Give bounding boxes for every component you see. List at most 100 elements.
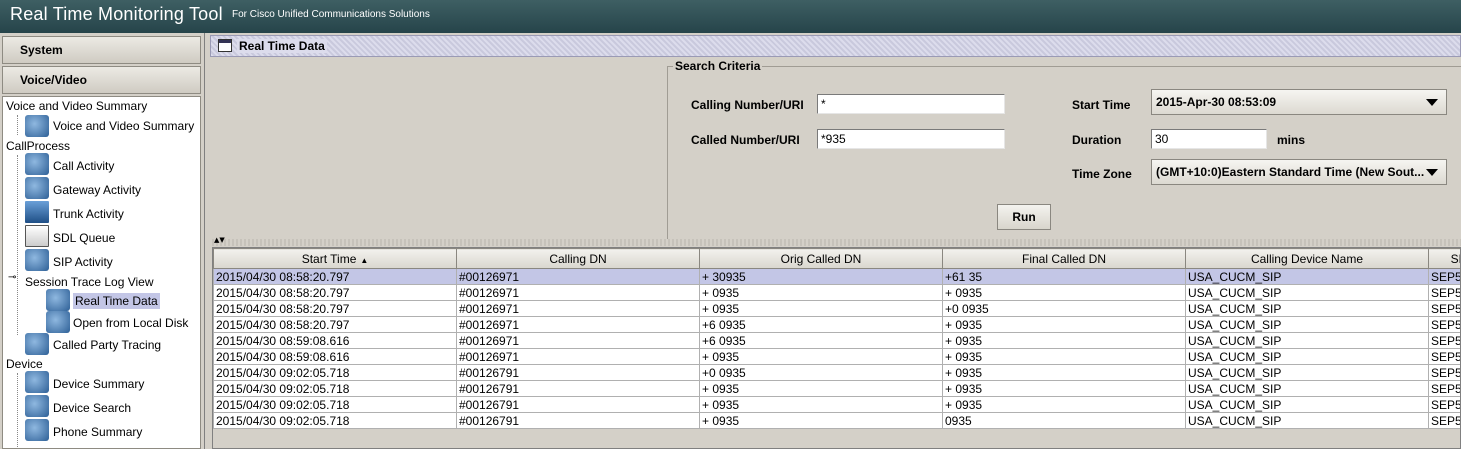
table-cell: SEP5	[1428, 364, 1460, 381]
tree-item-gateway-activity[interactable]: Gateway Activity	[53, 183, 141, 197]
splitter-handle[interactable]: ▲▼	[212, 237, 1461, 246]
table-row[interactable]: 2015/04/30 08:58:20.797 #00126971 + 0935 +0…	[213, 300, 1460, 317]
main-panel: Real Time Data Search Criteria Calling N…	[208, 33, 1461, 449]
table-cell: + 0935	[942, 380, 1186, 397]
table-cell: 2015/04/30 09:02:05.718	[213, 412, 457, 429]
table-cell: #00126791	[456, 364, 700, 381]
table-row[interactable]: 2015/04/30 08:59:08.616 #00126971 + 0935 + …	[213, 348, 1460, 365]
title-bar: Real Time Monitoring Tool For Cisco Unif…	[0, 0, 1461, 33]
table-cell: + 0935	[699, 284, 943, 301]
table-row[interactable]: 2015/04/30 09:02:05.718 #00126791 + 0935 + …	[213, 396, 1460, 413]
table-cell: #00126971	[456, 332, 700, 349]
sip-icon	[25, 249, 49, 271]
time-zone-select[interactable]: (GMT+10:0)Eastern Standard Time (New Sou…	[1151, 159, 1447, 185]
tab-title: Real Time Data	[237, 39, 327, 53]
tree-item-voice-video-summary[interactable]: Voice and Video Summary	[53, 119, 194, 133]
table-cell: +6 0935	[699, 332, 943, 349]
tree-item-open-local-disk[interactable]: Open from Local Disk	[73, 316, 188, 330]
tree-category-callprocess[interactable]: CallProcess	[6, 139, 70, 153]
table-cell: USA_CUCM_SIP	[1185, 268, 1429, 285]
table-cell: 2015/04/30 08:58:20.797	[213, 300, 457, 317]
column-header-calling-device-name[interactable]: Calling Device Name	[1185, 248, 1429, 269]
collapse-toggle-icon[interactable]: ⊸	[8, 272, 16, 283]
table-cell: USA_CUCM_SIP	[1185, 412, 1429, 429]
table-cell: 2015/04/30 09:02:05.718	[213, 364, 457, 381]
app-title: Real Time Monitoring Tool	[10, 4, 223, 24]
tree-item-device-summary[interactable]: Device Summary	[53, 377, 144, 391]
table-cell: USA_CUCM_SIP	[1185, 284, 1429, 301]
tree-item-sip-activity[interactable]: SIP Activity	[53, 255, 113, 269]
table-cell: 2015/04/30 08:59:08.616	[213, 332, 457, 349]
table-cell: SEP5	[1428, 380, 1460, 397]
tab-real-time-data[interactable]: Real Time Data	[210, 35, 1461, 57]
table-cell: #00126971	[456, 284, 700, 301]
tree-item-called-party-tracing[interactable]: Called Party Tracing	[53, 338, 161, 352]
table-cell: + 0935	[942, 332, 1186, 349]
table-cell: SEP5	[1428, 284, 1460, 301]
table-cell: +61 35	[942, 268, 1186, 285]
gateway-icon	[25, 177, 49, 199]
tree-item-device-search[interactable]: Device Search	[53, 401, 131, 415]
call-activity-icon	[25, 153, 49, 175]
table-cell: SEP5	[1428, 300, 1460, 317]
start-time-value: 2015-Apr-30 08:53:09	[1156, 95, 1277, 109]
table-cell: SEP5	[1428, 396, 1460, 413]
sort-ascending-icon: ▲	[360, 255, 369, 265]
splitter-arrows-icon[interactable]: ▲▼	[214, 237, 225, 244]
table-cell: SEP5	[1428, 316, 1460, 333]
column-header-start-time[interactable]: Start Time ▲	[213, 248, 457, 269]
navigation-tree: Voice and Video Summary Voice and Video …	[2, 96, 201, 449]
open-local-disk-icon	[46, 311, 70, 333]
table-cell: 2015/04/30 09:02:05.718	[213, 380, 457, 397]
duration-label: Duration	[1072, 133, 1122, 147]
column-header-final-called-dn[interactable]: Final Called DN	[942, 248, 1186, 269]
table-row[interactable]: 2015/04/30 09:02:05.718 #00126791 + 0935 0…	[213, 412, 1460, 429]
called-number-input[interactable]: *935	[817, 129, 1005, 149]
tree-item-phone-summary[interactable]: Phone Summary	[53, 425, 142, 439]
system-nav-button[interactable]: System	[2, 36, 201, 64]
calling-number-input[interactable]: *	[817, 94, 1005, 114]
tree-item-sdl-queue[interactable]: SDL Queue	[53, 231, 115, 245]
table-cell: + 0935	[699, 380, 943, 397]
tree-category-voice-video-summary[interactable]: Voice and Video Summary	[6, 99, 147, 113]
table-row[interactable]: 2015/04/30 08:58:20.797 #00126971 +6 0935 +…	[213, 316, 1460, 333]
voice-video-nav-button[interactable]: Voice/Video	[2, 66, 201, 94]
table-cell: + 0935	[699, 412, 943, 429]
start-time-label: Start Time	[1072, 98, 1131, 112]
table-cell: #00126971	[456, 316, 700, 333]
search-area: Search Criteria Calling Number/URI * Cal…	[212, 59, 1461, 241]
table-cell: #00126791	[456, 396, 700, 413]
column-header-truncated[interactable]: SEP5	[1428, 248, 1460, 269]
device-summary-icon	[25, 371, 49, 393]
tree-item-real-time-data[interactable]: Real Time Data	[73, 293, 160, 309]
table-cell: +6 0935	[699, 316, 943, 333]
sdl-queue-icon	[25, 225, 49, 247]
results-table-container: Start Time ▲ Calling DN Orig Called DN Fi…	[212, 247, 1461, 449]
table-cell: + 0935	[942, 396, 1186, 413]
results-table: Start Time ▲ Calling DN Orig Called DN Fi…	[213, 248, 1460, 429]
table-row[interactable]: 2015/04/30 09:02:05.718 #00126791 +0 0935 +…	[213, 364, 1460, 381]
tree-item-session-trace[interactable]: Session Trace Log View	[25, 275, 154, 289]
tree-item-call-activity[interactable]: Call Activity	[53, 159, 114, 173]
table-row[interactable]: 2015/04/30 09:02:05.718 #00126791 + 0935 + …	[213, 380, 1460, 397]
table-cell: + 0935	[699, 348, 943, 365]
column-header-orig-called-dn[interactable]: Orig Called DN	[699, 248, 943, 269]
start-time-select[interactable]: 2015-Apr-30 08:53:09	[1151, 89, 1447, 115]
real-time-data-icon	[46, 289, 70, 311]
table-row[interactable]: 2015/04/30 08:58:20.797 #00126971 + 0935 + …	[213, 284, 1460, 301]
column-header-calling-dn[interactable]: Calling DN	[456, 248, 700, 269]
table-cell: SEP5	[1428, 412, 1460, 429]
run-button[interactable]: Run	[997, 204, 1051, 230]
table-cell: #00126791	[456, 412, 700, 429]
table-cell: USA_CUCM_SIP	[1185, 364, 1429, 381]
chevron-down-icon	[1426, 99, 1438, 106]
tree-item-trunk-activity[interactable]: Trunk Activity	[53, 207, 124, 221]
app-subtitle: For Cisco Unified Communications Solutio…	[232, 9, 430, 20]
table-cell: USA_CUCM_SIP	[1185, 348, 1429, 365]
called-number-label: Called Number/URI	[691, 133, 800, 147]
duration-input[interactable]: 30	[1151, 129, 1267, 149]
tree-category-device[interactable]: Device	[6, 357, 43, 371]
search-criteria-group: Search Criteria Calling Number/URI * Cal…	[667, 59, 1461, 241]
table-row[interactable]: 2015/04/30 08:59:08.616 #00126971 +6 0935 +…	[213, 332, 1460, 349]
table-row[interactable]: 2015/04/30 08:58:20.797 #00126971 + 30935 +…	[213, 268, 1460, 285]
